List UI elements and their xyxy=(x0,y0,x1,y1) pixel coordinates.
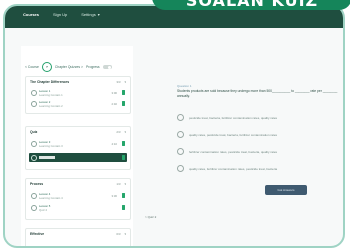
section-title: Process xyxy=(30,182,44,186)
list-item[interactable]: Lesson 1 Learning Contain 1 3:00 xyxy=(29,88,127,97)
quiz-icon xyxy=(31,155,37,161)
section-controls: 0/3 ▾ xyxy=(116,232,126,236)
lesson-icon xyxy=(31,90,37,96)
selected-item-title xyxy=(39,155,55,159)
option-label: quality rates, pesticide treat, bacteria… xyxy=(189,132,278,137)
breadcrumb: < Course ? Chapter Quizzes > Progress xyxy=(25,62,112,72)
list-item[interactable]: Lesson 3 Learning Contain 3 4:10 xyxy=(29,139,127,148)
list-item[interactable]: Lesson 5 Quiz 2 xyxy=(29,203,127,212)
lesson-subtitle: Learning Contain 1 xyxy=(39,92,63,97)
sidebar-section-1[interactable]: The Chapter Differences 3/3 ▾ Lesson 1 Le… xyxy=(25,76,131,114)
lesson-duration: 3:30 xyxy=(111,193,117,198)
chevron-down-icon[interactable]: ▾ xyxy=(124,130,126,134)
next-quiz-link[interactable]: > Quiz 2 xyxy=(145,215,156,219)
submit-button[interactable]: Got Answers xyxy=(265,185,307,195)
sidebar-section-2[interactable]: Quiz 2/3 ▾ Lesson 3 Learning Contain 3 4:… xyxy=(25,126,131,170)
progress-label: Progress xyxy=(86,65,100,69)
list-item[interactable]: Lesson 4 Learning Contain 4 3:30 xyxy=(29,191,127,200)
list-item[interactable]: Lesson 2 Learning Contain 2 2:40 xyxy=(29,99,127,108)
lesson-icon xyxy=(31,193,37,199)
section-count: 3/3 xyxy=(116,80,121,84)
completed-check-icon xyxy=(121,141,125,146)
lesson-subtitle: Learning Contain 2 xyxy=(39,103,63,108)
chevron-down-icon: ▾ xyxy=(97,12,100,17)
radio-icon[interactable] xyxy=(177,165,184,172)
option-label: quality rates, fertilizer contamination … xyxy=(189,166,278,171)
question-label: Question 1 xyxy=(177,84,192,88)
sidebar-section-3[interactable]: Process 1/3 ▾ Lesson 4 Learning Contain 4… xyxy=(25,178,131,220)
nav-settings-label: Settings xyxy=(81,12,96,17)
section-title: The Chapter Differences xyxy=(30,80,70,84)
completed-check-icon xyxy=(121,101,125,106)
chevron-down-icon[interactable]: ▾ xyxy=(124,232,126,236)
lesson-subtitle: Learning Contain 3 xyxy=(39,143,63,148)
answer-option[interactable]: fertilizer contamination rates, pesticid… xyxy=(177,148,277,155)
section-count: 0/3 xyxy=(116,232,121,236)
quiz-app-frame: Courses Sign Up Settings ▾ < Course ? Cha… xyxy=(3,4,345,248)
answer-option[interactable]: quality rates, pesticide treat, bacteria… xyxy=(177,131,277,138)
nav-sign-up[interactable]: Sign Up xyxy=(53,12,67,17)
completed-check-icon xyxy=(121,205,125,210)
lesson-duration: 4:10 xyxy=(111,141,117,146)
option-label: pesticide treat, bacteria, fertilizer co… xyxy=(189,115,278,120)
back-link[interactable]: < Course xyxy=(25,65,39,69)
section-controls: 1/3 ▾ xyxy=(116,182,126,186)
section-count: 2/3 xyxy=(116,130,121,134)
progress-toggle[interactable] xyxy=(102,65,112,69)
completed-check-icon xyxy=(121,155,125,160)
section-title: Effective xyxy=(30,232,45,236)
title-banner: SOALAN KUIZ xyxy=(152,0,350,10)
lesson-icon xyxy=(31,141,37,147)
lesson-duration: 3:00 xyxy=(111,90,117,95)
lesson-duration: 2:40 xyxy=(111,101,117,106)
breadcrumb-label[interactable]: Chapter Quizzes > xyxy=(55,65,83,69)
radio-icon[interactable] xyxy=(177,148,184,155)
lesson-subtitle: Quiz 2 xyxy=(39,207,48,212)
top-nav: Courses Sign Up Settings ▾ xyxy=(23,12,100,17)
section-controls: 2/3 ▾ xyxy=(116,130,126,134)
nav-settings[interactable]: Settings ▾ xyxy=(81,12,99,17)
list-item-selected[interactable] xyxy=(29,153,127,162)
nav-courses[interactable]: Courses xyxy=(23,12,39,17)
completed-check-icon xyxy=(121,193,125,198)
question-text: Students products are sold because they … xyxy=(177,89,338,98)
option-label: fertilizer contamination rates, pesticid… xyxy=(189,149,278,154)
lesson-subtitle: Learning Contain 4 xyxy=(39,195,63,200)
radio-icon[interactable] xyxy=(177,114,184,121)
radio-icon[interactable] xyxy=(177,131,184,138)
answer-option[interactable]: quality rates, fertilizer contamination … xyxy=(177,165,277,172)
chevron-down-icon[interactable]: ▾ xyxy=(124,80,126,84)
sidebar-section-4[interactable]: Effective 0/3 ▾ xyxy=(25,228,131,246)
section-title: Quiz xyxy=(30,130,38,134)
chevron-down-icon[interactable]: ▾ xyxy=(124,182,126,186)
lesson-icon xyxy=(31,101,37,107)
section-count: 1/3 xyxy=(116,182,121,186)
section-controls: 3/3 ▾ xyxy=(116,80,126,84)
completed-check-icon xyxy=(121,90,125,95)
lesson-icon xyxy=(31,205,37,211)
help-icon[interactable]: ? xyxy=(41,62,52,72)
answer-option[interactable]: pesticide treat, bacteria, fertilizer co… xyxy=(177,114,277,121)
